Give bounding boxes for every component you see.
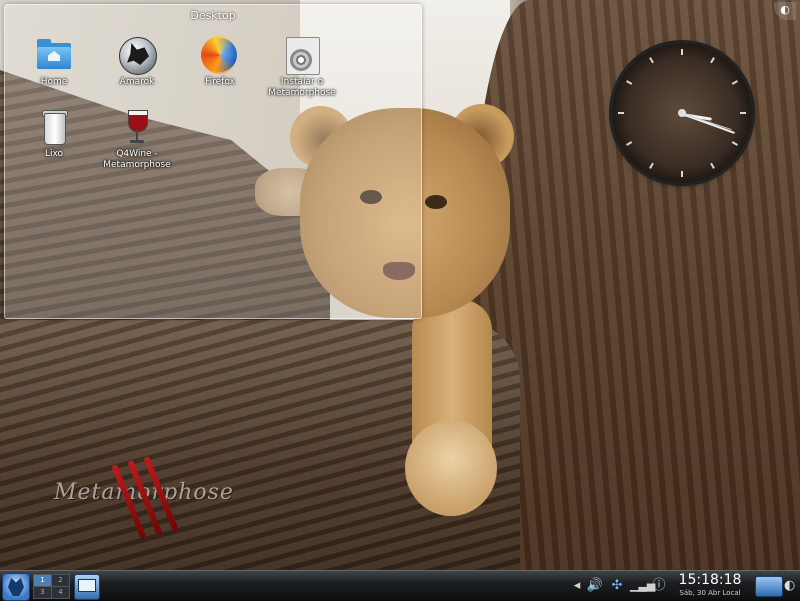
clock-time: 15:18:18 [678,572,742,588]
bottom-panel: 1 2 3 4 ◂ 🔊 ✣ ▁▃▅ ⓘ 15:18:18 Sáb, 30 Abr… [0,570,800,601]
desktop-icon-home[interactable]: Home [13,35,95,88]
clock-tick-mark [649,57,654,64]
arrow-left-icon[interactable]: ◂ [568,575,586,597]
volume-icon[interactable]: 🔊 [586,575,604,597]
wallpaper-cub-eye [425,195,447,209]
desktop-icon-installer[interactable]: Instalar o Metamorphose [261,35,343,99]
desktop-icon-label: Q4Wine - Metamorphose [103,149,171,170]
wine-glass-icon [117,107,157,147]
panel-toolbox-icon[interactable]: ◐ [784,575,798,597]
desktop-icon-firefox[interactable]: Firefox [179,35,261,88]
pager-desktop-3[interactable]: 3 [33,586,52,599]
clock-tick-mark [731,80,738,85]
trash-icon [34,107,74,147]
kickoff-menu-button[interactable] [2,573,30,601]
network-icon[interactable]: ✣ [608,575,626,597]
clock-tick-mark [649,162,654,169]
clock-tick-mark [626,80,633,85]
clock-tick-mark [710,162,715,169]
folder-view-title: Desktop [190,9,236,22]
clock-center-pin [678,109,686,117]
pager-desktop-4[interactable]: 4 [51,586,70,599]
analog-clock-widget[interactable] [612,43,752,183]
system-tray: ◂ 🔊 ✣ ▁▃▅ ⓘ [568,575,668,597]
device-notifier-icon[interactable] [755,576,783,597]
desktop-icon-label: Firefox [205,77,235,87]
desktop-folder-view[interactable]: Desktop Home Amarok Firefox Instalar o M… [4,4,422,319]
show-desktop-button[interactable] [74,574,100,600]
desktop-icon-label: Home [40,77,68,87]
desktop-icon-trash[interactable]: Lixo [13,107,95,160]
desktop-icon-label: Amarok [119,77,155,87]
desktop-icon-label: Lixo [44,149,64,159]
wallpaper-cub-front-paw [405,420,497,516]
wifi-signal-icon[interactable]: ▁▃▅ [630,575,655,597]
kde-logo-icon [8,578,24,596]
amarok-icon [117,35,157,75]
clock-tick-mark [710,57,715,64]
clock-tick-mark [681,171,683,177]
clock-tick-mark [626,141,633,146]
info-icon[interactable]: ⓘ [650,575,668,597]
clock-second-hand [681,113,732,131]
home-folder-icon [34,35,74,75]
desktop-icon-label: Instalar o Metamorphose [268,77,336,98]
desktop-icon-q4wine[interactable]: Q4Wine - Metamorphose [96,107,178,171]
desktop-icon-amarok[interactable]: Amarok [96,35,178,88]
digital-clock[interactable]: 15:18:18 Sáb, 30 Abr Local [670,571,750,601]
desktop-pager[interactable]: 1 2 3 4 [33,574,70,599]
clock-tick-mark [681,49,683,55]
clock-date: Sáb, 30 Abr Local [679,589,741,597]
firefox-icon [200,35,240,75]
monitor-icon [78,579,96,592]
installer-cd-icon [282,35,322,75]
clock-tick-mark [740,112,746,114]
clock-tick-mark [618,112,624,114]
metamorphose-watermark: Metamorphose [54,455,254,541]
clock-tick-mark [731,141,738,146]
